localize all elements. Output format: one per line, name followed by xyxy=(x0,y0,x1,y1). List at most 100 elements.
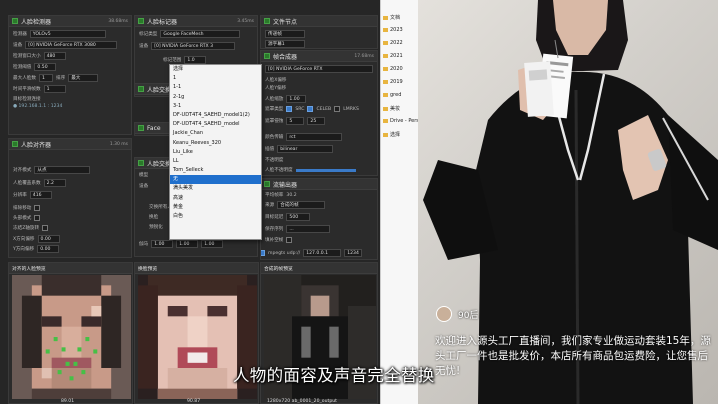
file-option-field[interactable]: 源字幕1 xyxy=(265,40,305,48)
face-detector-panel: 人脸检测器 38.68ms 检测器 YOLOv5 设备 [0] NVIDIA GeFo… xyxy=(8,15,132,135)
scale-spin[interactable]: 1.00 xyxy=(286,95,307,103)
explorer-item[interactable]: 美妆 xyxy=(383,105,400,112)
explorer-item[interactable]: 2020 xyxy=(383,66,403,72)
udp-port-field[interactable]: 1234 xyxy=(344,249,363,257)
dropdown-item[interactable]: 黄金 xyxy=(170,203,261,212)
source-select[interactable]: 合成的帧 xyxy=(277,201,326,209)
marker-type-select[interactable]: Google FaceMesh xyxy=(160,30,241,38)
explorer-item-label: Drive - Pers xyxy=(390,118,418,124)
folder-icon xyxy=(383,106,388,111)
gamma-r[interactable]: 1.00 xyxy=(151,240,174,248)
dropdown-item[interactable]: Liu_Like xyxy=(170,148,261,157)
explorer-item-label: 2023 xyxy=(390,27,403,33)
dropdown-item[interactable]: DF-UDT4T4_SAEHD_model1(2) xyxy=(170,111,261,120)
exclude-moving-checkbox[interactable] xyxy=(34,205,41,211)
align-mode-select[interactable]: 从点 xyxy=(34,166,91,174)
window-size-select[interactable]: 480 xyxy=(43,52,66,60)
erode-spin[interactable]: 5 xyxy=(286,117,305,125)
dropdown-item[interactable]: 无 xyxy=(170,175,261,185)
explorer-item[interactable]: gred xyxy=(383,92,401,98)
x-offset-spin[interactable]: 0.00 xyxy=(37,235,60,243)
chat-message: 欢迎进入源头工厂直播间，我们家专业做运动套装15年，源头工厂一件也是批发价，本店… xyxy=(435,335,711,377)
panel-title: 人脸检测器 xyxy=(21,18,52,26)
resolution-spin[interactable]: 416 xyxy=(29,191,52,199)
temporal-spin[interactable]: 1 xyxy=(43,85,66,93)
freeze-z-checkbox[interactable] xyxy=(42,225,49,231)
chat-user: 90后 xyxy=(436,306,478,322)
save-path-field[interactable]: ... xyxy=(286,225,331,233)
coverage-spin[interactable]: 2.2 xyxy=(43,179,66,187)
blur-spin[interactable]: 25 xyxy=(307,117,326,125)
fill-frames-checkbox[interactable] xyxy=(286,237,293,243)
sort-select[interactable]: 最大 xyxy=(68,74,99,82)
mask-src-checkbox[interactable] xyxy=(286,106,293,112)
dropdown-item[interactable]: Jackie_Chan xyxy=(170,129,261,138)
face-opacity-slider[interactable] xyxy=(295,168,356,172)
explorer-item-label: 2022 xyxy=(390,40,403,46)
file-explorer-window: 文档 2023 2022 2021 2020 2019 gred 美妆 Drive - Pers… xyxy=(380,0,418,404)
gamma-g[interactable]: 1.00 xyxy=(176,240,199,248)
delay-spin[interactable]: 500 xyxy=(286,213,311,221)
dropdown-item[interactable]: Keanu_Reeves_320 xyxy=(170,139,261,148)
device-select[interactable]: [0] NVIDIA GeForce RTX 3 xyxy=(151,42,236,50)
device-select[interactable]: [0] NVIDIA GeForce RTX xyxy=(265,65,373,73)
explorer-item[interactable]: 2021 xyxy=(383,53,403,59)
folder-icon xyxy=(383,15,388,20)
mask-lmrks-checkbox[interactable] xyxy=(334,106,341,112)
interpolation-select[interactable]: bilinear xyxy=(277,145,334,153)
folder-icon xyxy=(383,40,388,45)
connection-info: ● 192.168.1.1 : 1234 xyxy=(13,104,63,109)
device-select[interactable]: [0] NVIDIA GeForce RTX 3080 xyxy=(25,41,118,49)
file-source-panel: 文件节点 传递帧 源字幕1 xyxy=(260,15,378,49)
model-dropdown-list[interactable]: 选择 1 1-1 2-1g 3-1 DF-UDT4T4_SAEHD_model1(2) DF… xyxy=(169,64,262,240)
mask-celeb-checkbox[interactable] xyxy=(307,106,314,112)
detector-select[interactable]: YOLOv5 xyxy=(29,30,106,38)
explorer-item-label: gred xyxy=(390,92,402,98)
enable-checkbox[interactable] xyxy=(264,18,270,24)
enable-checkbox[interactable] xyxy=(138,160,144,166)
max-faces-spin[interactable]: 1 xyxy=(38,74,53,82)
mpegts-checkbox[interactable] xyxy=(261,250,265,256)
dropdown-item[interactable]: 高速 xyxy=(170,194,261,203)
y-offset-spin[interactable]: 0.00 xyxy=(37,245,60,253)
folder-icon xyxy=(383,53,388,58)
head-mode-checkbox[interactable] xyxy=(34,215,41,221)
explorer-item[interactable]: 2023 xyxy=(383,27,403,33)
enable-checkbox[interactable] xyxy=(264,53,270,59)
enable-checkbox[interactable] xyxy=(138,18,144,24)
explorer-item[interactable]: 2019 xyxy=(383,79,403,85)
enable-checkbox[interactable] xyxy=(138,86,144,92)
dropdown-item[interactable]: 1 xyxy=(170,74,261,83)
enable-checkbox[interactable] xyxy=(12,18,18,24)
dropdown-item[interactable]: 1-1 xyxy=(170,83,261,92)
explorer-item-label: 2020 xyxy=(390,66,403,72)
dropdown-item[interactable]: 满头美发 xyxy=(170,184,261,193)
explorer-item-label: 2021 xyxy=(390,53,403,59)
dropdown-item[interactable]: 选择 xyxy=(170,65,261,74)
explorer-item[interactable]: 选择 xyxy=(383,131,400,138)
stream-output-panel: 流输出器 平均帧率 30.2 来源 合成的帧 目标延迟 500 保存序列... 填补空… xyxy=(260,178,378,260)
aligned-face-preview: 对齐的人脸预览 89.01 xyxy=(8,262,133,404)
threshold-spin[interactable]: 0.50 xyxy=(34,63,57,71)
enable-checkbox[interactable] xyxy=(138,125,144,131)
udp-host-field[interactable]: 127.0.0.1 xyxy=(303,249,342,257)
range-spin[interactable]: 1.0 xyxy=(184,56,207,64)
explorer-item[interactable]: 2022 xyxy=(383,40,403,46)
enable-checkbox[interactable] xyxy=(264,181,270,187)
explorer-item-label: 选择 xyxy=(390,132,401,138)
dropdown-item[interactable]: DF-UDT4T4_SAEHD_model xyxy=(170,120,261,129)
dropdown-item[interactable]: Tom_Selleck xyxy=(170,166,261,175)
user-avatar-icon xyxy=(436,306,452,322)
dropdown-item[interactable]: 3-1 xyxy=(170,102,261,111)
folder-icon xyxy=(383,79,388,84)
dropdown-item[interactable]: LL xyxy=(170,157,261,166)
explorer-item[interactable]: 文档 xyxy=(383,14,400,21)
dropdown-item[interactable]: 2-1g xyxy=(170,93,261,102)
explorer-item[interactable]: Drive - Pers xyxy=(383,118,418,124)
face-swapper-mini: 人脸交换器 xyxy=(134,83,174,97)
file-name-field[interactable]: 传递帧 xyxy=(265,30,305,38)
enable-checkbox[interactable] xyxy=(12,141,18,147)
dropdown-item[interactable]: 白色 xyxy=(170,212,261,221)
gamma-b[interactable]: 1.00 xyxy=(201,240,224,248)
color-transfer-select[interactable]: rct xyxy=(286,133,343,141)
